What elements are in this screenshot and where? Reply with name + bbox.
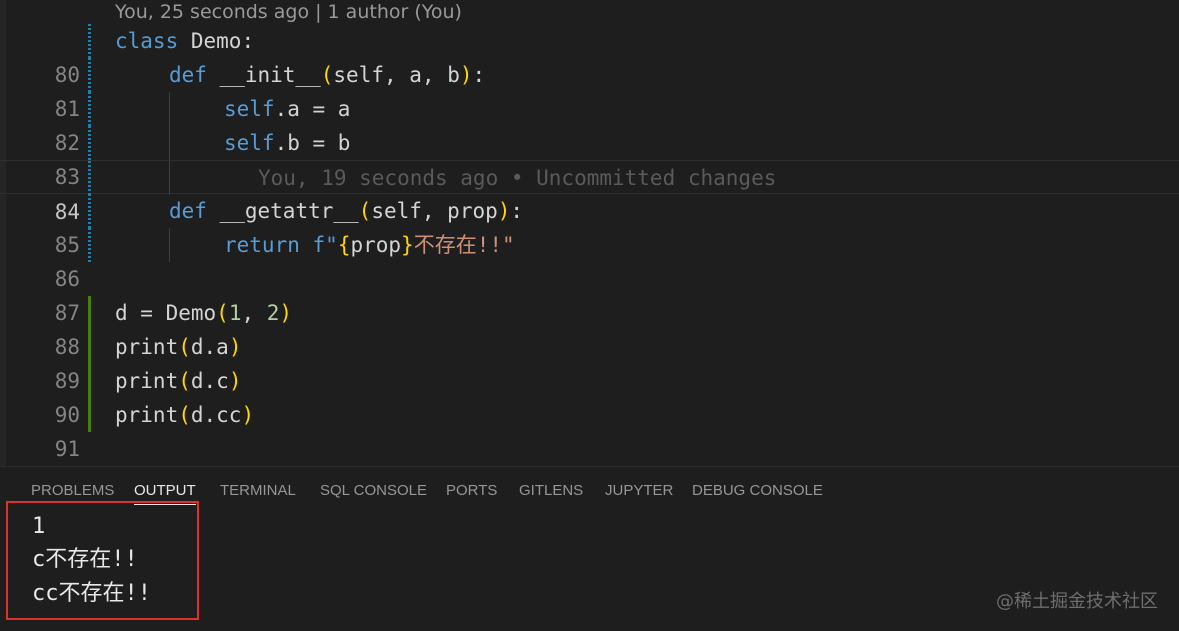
- indent-guide: [169, 228, 170, 262]
- keyword: def: [169, 63, 207, 87]
- indent-guide: [169, 161, 170, 195]
- bracket: ): [241, 403, 255, 427]
- punctuation: :: [241, 29, 255, 53]
- class-name: Demo: [190, 29, 242, 53]
- argument: d.cc: [190, 403, 242, 427]
- code-line-86[interactable]: 86 return f"{prop}不存在!!": [0, 228, 1179, 291]
- fstring-variable: prop: [350, 233, 402, 257]
- tab-jupyter[interactable]: JUPYTER: [605, 482, 673, 504]
- fstring-prefix: f": [312, 233, 338, 257]
- watermark: @稀土掘金技术社区: [996, 591, 1158, 612]
- keyword: class: [115, 29, 179, 53]
- gutter-modified-marker[interactable]: [88, 92, 91, 126]
- gutter-modified-marker[interactable]: [88, 126, 91, 160]
- line-number: 91: [54, 437, 80, 461]
- code-line-89[interactable]: 89 print(d.a): [0, 330, 1179, 393]
- bracket: (: [216, 301, 229, 325]
- number: 2: [266, 301, 280, 325]
- bracket: (: [178, 403, 191, 427]
- brace: {: [337, 233, 351, 257]
- keyword: def: [169, 199, 207, 223]
- assignment: .a = a: [274, 97, 351, 121]
- parameters: self, a, b: [333, 63, 460, 87]
- string-literal: 不存在!!": [413, 233, 515, 257]
- gutter-added-marker[interactable]: [88, 398, 91, 432]
- brace: }: [401, 233, 414, 257]
- code-line-85[interactable]: 85 def __getattr__(self, prop):: [0, 194, 1179, 257]
- tab-terminal[interactable]: TERMINAL: [220, 482, 296, 504]
- gutter-added-marker[interactable]: [88, 296, 91, 330]
- code-line-84[interactable]: 84 You, 19 seconds ago • Uncommitted cha…: [0, 160, 1179, 224]
- gutter-modified-marker[interactable]: [88, 58, 91, 92]
- function-call: print: [115, 369, 179, 393]
- codelens-author-info[interactable]: You, 25 seconds ago | 1 author (You): [115, 0, 462, 26]
- gutter-modified-marker[interactable]: [88, 24, 91, 58]
- bracket: (: [178, 369, 191, 393]
- bracket: (: [178, 335, 191, 359]
- number: 1: [228, 301, 242, 325]
- punctuation: ,: [241, 301, 267, 325]
- assignment: .b = b: [274, 131, 351, 155]
- bracket: ): [459, 63, 473, 87]
- gutter-modified-marker[interactable]: [88, 228, 91, 262]
- punctuation: :: [510, 199, 524, 223]
- tab-sql-console[interactable]: SQL CONSOLE: [320, 482, 427, 504]
- function-name: __getattr__: [219, 199, 359, 223]
- tab-gitlens[interactable]: GITLENS: [519, 482, 583, 504]
- argument: d.a: [190, 335, 229, 359]
- function-call: print: [115, 335, 179, 359]
- gutter-modified-marker[interactable]: [88, 161, 91, 195]
- tab-debug-console[interactable]: DEBUG CONSOLE: [692, 482, 823, 504]
- tab-ports[interactable]: PORTS: [446, 482, 497, 504]
- bracket: ): [497, 199, 511, 223]
- code-line-80[interactable]: 80 class Demo:: [0, 24, 1179, 87]
- code-line-91[interactable]: 91 print(d.cc): [0, 398, 1179, 461]
- bracket: (: [358, 199, 372, 223]
- self-keyword: self: [224, 97, 275, 121]
- code-line-81[interactable]: 81 def __init__(self, a, b):: [0, 58, 1179, 121]
- inline-blame-annotation[interactable]: You, 19 seconds ago • Uncommitted change…: [258, 161, 776, 195]
- gutter-modified-marker[interactable]: [88, 194, 91, 228]
- bracket: ): [228, 335, 242, 359]
- bracket: ): [228, 369, 242, 393]
- code-line-83[interactable]: 83 self.b = b: [0, 126, 1179, 189]
- code-line-90[interactable]: 90 print(d.c): [0, 364, 1179, 427]
- assignment: d = Demo: [115, 301, 217, 325]
- gutter-added-marker[interactable]: [88, 364, 91, 398]
- code-line-88[interactable]: 88 d = Demo(1, 2): [0, 296, 1179, 359]
- parameters: self, prop: [371, 199, 498, 223]
- bracket: ): [279, 301, 293, 325]
- gutter-added-marker[interactable]: [88, 330, 91, 364]
- punctuation: :: [472, 63, 486, 87]
- code-editor[interactable]: You, 25 seconds ago | 1 author (You) 80 …: [0, 0, 1179, 466]
- keyword: return: [224, 233, 300, 257]
- bracket: (: [320, 63, 334, 87]
- function-call: print: [115, 403, 179, 427]
- self-keyword: self: [224, 131, 275, 155]
- indent-guide: [169, 126, 170, 160]
- highlight-box: [6, 501, 199, 620]
- code-line-87[interactable]: 87: [0, 262, 1179, 325]
- code-line-82[interactable]: 82 self.a = a: [0, 92, 1179, 155]
- argument: d.c: [190, 369, 229, 393]
- function-name: __init__: [219, 63, 321, 87]
- indent-guide: [169, 92, 170, 126]
